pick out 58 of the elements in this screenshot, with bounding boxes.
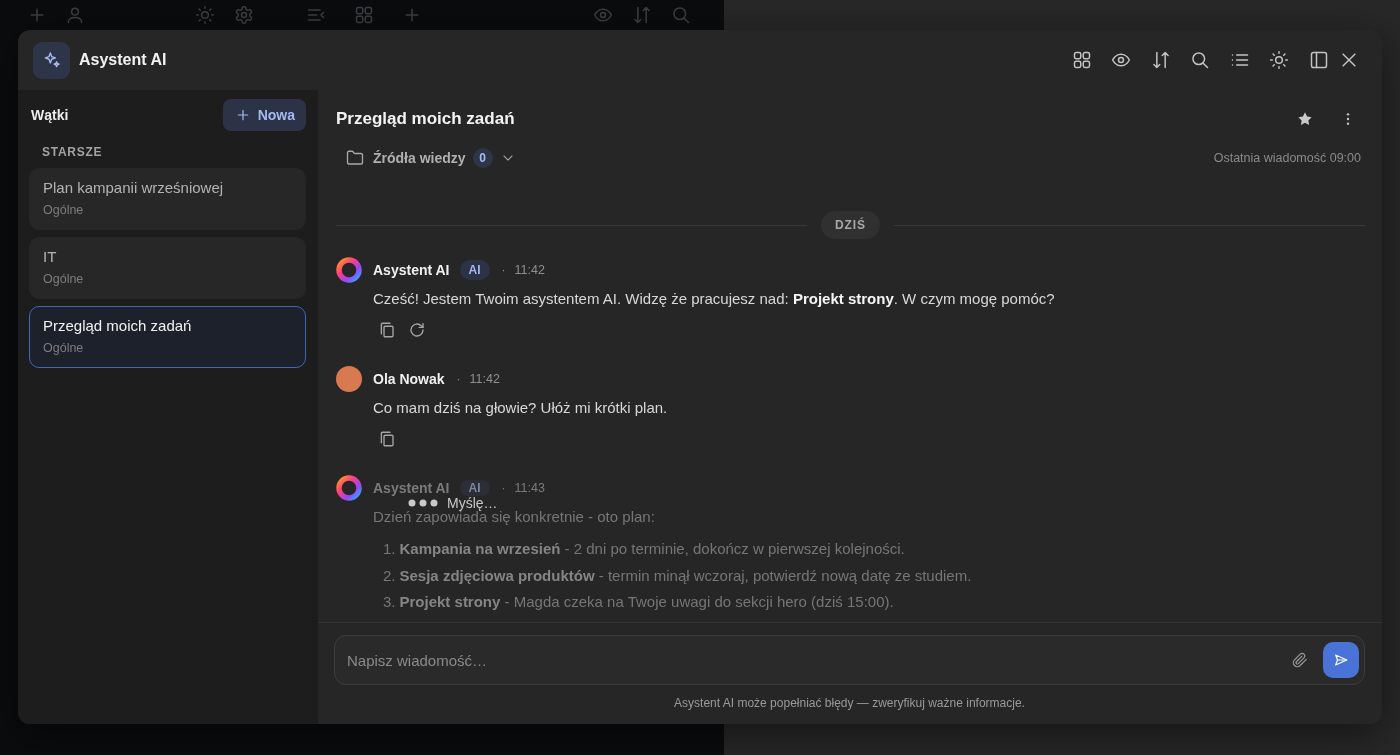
copy-icon[interactable] bbox=[378, 430, 396, 448]
status-text: Myślę… bbox=[447, 497, 498, 509]
send-button[interactable] bbox=[1323, 642, 1359, 678]
new-thread-button[interactable]: Nowa bbox=[222, 99, 306, 131]
last-message-time: Ostatnia wiadomość 09:00 bbox=[1213, 151, 1361, 165]
avatar-circle bbox=[336, 366, 362, 392]
gradient-ring-icon bbox=[336, 257, 362, 283]
copy-icon[interactable] bbox=[378, 321, 396, 339]
author-name: Asystent AI bbox=[373, 262, 450, 278]
sun-icon[interactable] bbox=[1269, 50, 1289, 70]
author-name: Ola Nowak bbox=[373, 371, 445, 387]
message-text: Cześć! Jestem Twoim asystentem AI. Widzę że pracujesz nad: Projekt strony. W czym mogę pomóc? bbox=[372, 289, 1056, 309]
count-badge: 0 bbox=[472, 148, 493, 168]
separator-dot: · bbox=[456, 372, 461, 386]
separator-dot: · bbox=[501, 481, 506, 495]
search-icon[interactable] bbox=[1190, 50, 1210, 70]
list-item-text: Projekt strony - Magda czeka na Twoje uwagi do sekcji hero (dziś 15:00). bbox=[399, 592, 894, 612]
thread-card[interactable]: Przegląd moich zadań Ogólne bbox=[29, 306, 306, 368]
folder-icon bbox=[346, 149, 364, 167]
thread-category: Ogólne bbox=[43, 202, 85, 218]
grid-icon[interactable] bbox=[1071, 50, 1092, 70]
send-icon bbox=[1333, 652, 1349, 668]
message-time: 11:42 bbox=[469, 372, 500, 386]
list-number: 1. bbox=[383, 539, 396, 559]
list-number: 2. bbox=[383, 565, 396, 586]
thread-title: Przegląd moich zadań bbox=[43, 317, 193, 335]
separator-dot: · bbox=[501, 263, 506, 277]
ai-badge: AI bbox=[459, 480, 490, 496]
thread-title: Plan kampanii wrześniowej bbox=[43, 179, 225, 197]
ai-badge: AI bbox=[459, 260, 490, 280]
thread-category: Ogólne bbox=[43, 340, 85, 356]
sidebar-title: Wątki bbox=[31, 107, 69, 123]
message-text: Co mam dziś na głowie? Ułóż mi krótki plan. bbox=[372, 398, 669, 418]
disclaimer-text: Asystent AI może popełniać błędy — zweryfikuj ważne informacje. bbox=[673, 695, 1026, 711]
gradient-ring-icon bbox=[336, 475, 362, 501]
window-title: Asystent AI bbox=[79, 51, 167, 69]
section-label: STARSZE bbox=[42, 145, 104, 159]
message-input[interactable]: Napisz wiadomość… bbox=[334, 635, 1365, 685]
message-time: 11:43 bbox=[514, 481, 545, 495]
list-item-text: Kampania na wrzesień - 2 dni po terminie, dokończ w pierwszej kolejności. bbox=[399, 539, 905, 559]
thread-card[interactable]: Plan kampanii wrześniowej Ogólne bbox=[29, 168, 306, 230]
sidebar-panel-icon[interactable] bbox=[1308, 50, 1329, 70]
message-time: 11:42 bbox=[514, 263, 545, 277]
sources-dropdown[interactable]: Źródła wiedzy 0 bbox=[336, 145, 515, 171]
list-item-text: Sesja zdjęciowa produktów - termin minął wczoraj, potwierdź nową datę ze studiem. bbox=[399, 565, 972, 586]
star-icon[interactable] bbox=[1297, 111, 1313, 127]
sort-icon[interactable] bbox=[1150, 50, 1171, 70]
date-pill: DZIŚ bbox=[820, 211, 881, 239]
paperclip-icon[interactable] bbox=[1292, 652, 1308, 668]
author-name: Asystent AI bbox=[373, 480, 450, 496]
chat-title: Przegląd moich zadań bbox=[336, 109, 515, 129]
refresh-icon[interactable] bbox=[408, 321, 426, 339]
typing-dots-icon bbox=[408, 499, 438, 507]
thread-category: Ogólne bbox=[43, 271, 85, 287]
thread-title: IT bbox=[43, 248, 58, 266]
sparkle-icon bbox=[33, 41, 70, 79]
list-number: 3. bbox=[383, 592, 396, 612]
thread-card[interactable]: IT Ogólne bbox=[29, 237, 306, 299]
